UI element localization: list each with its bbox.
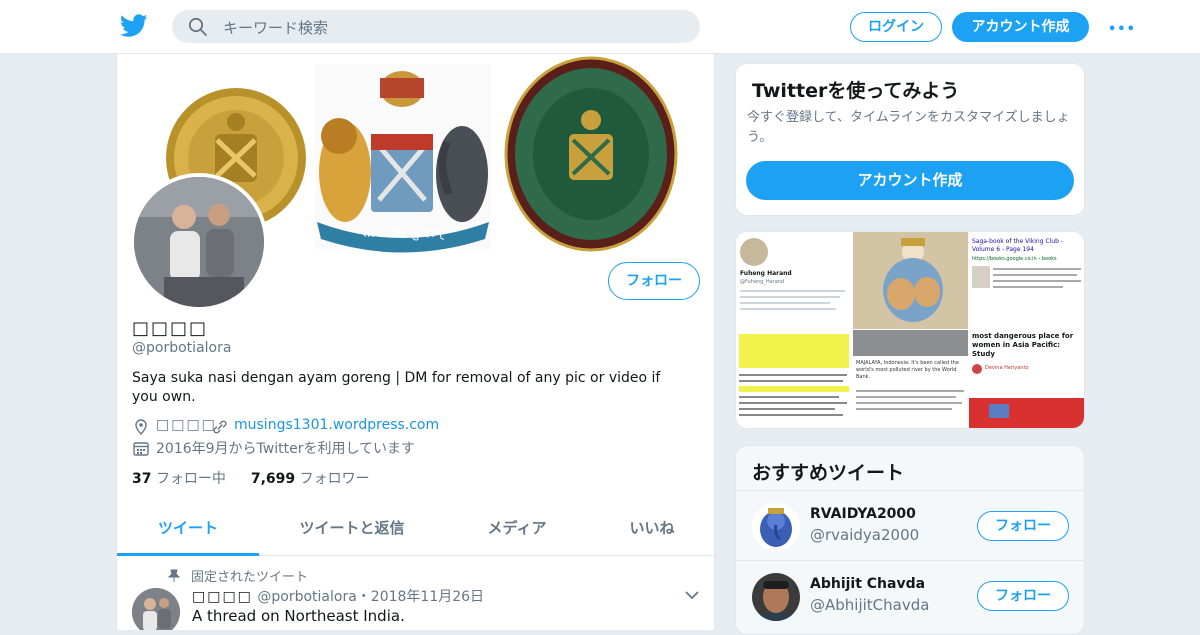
tweet-avatar-image bbox=[132, 588, 180, 630]
profile-website-link[interactable]: musings1301.wordpress.com bbox=[234, 417, 439, 433]
pin-icon bbox=[168, 569, 180, 582]
tweet-date[interactable]: ・2018年11月26日 bbox=[357, 589, 484, 605]
green-crest-image bbox=[504, 56, 678, 252]
signup-card-description: 今すぐ登録して、タイムラインをカスタマイズしましょう。 bbox=[747, 110, 1070, 145]
profile-avatar[interactable] bbox=[130, 173, 268, 311]
tweet-header: □□□□ @porbotialora・2018年11月26日 bbox=[192, 586, 484, 606]
profile-column: सत्यं शिवं सुन्दरम् フォロー □□□□ @porbotial… bbox=[116, 54, 715, 630]
tweet-author-handle[interactable]: @porbotialora bbox=[257, 589, 356, 605]
follow-button[interactable]: フォロー bbox=[608, 262, 700, 300]
recommended-handle[interactable]: @rvaidya2000 bbox=[810, 526, 919, 544]
recommended-handle[interactable]: @AbhijitChavda bbox=[810, 596, 929, 614]
signup-button[interactable]: アカウント作成 bbox=[952, 12, 1089, 42]
figurine-image bbox=[853, 232, 968, 329]
link-icon bbox=[213, 420, 227, 434]
person-avatar-image bbox=[752, 573, 800, 621]
media-tile-1-name: Fuheng Harand bbox=[740, 270, 792, 277]
profile-bio: Saya suka nasi dengan ayam goreng | DM f… bbox=[132, 370, 661, 405]
twitter-bird-icon[interactable] bbox=[120, 14, 148, 38]
login-button[interactable]: ログイン bbox=[850, 12, 942, 42]
recommended-avatar[interactable] bbox=[752, 573, 800, 621]
recommended-name[interactable]: Abhijit Chavda bbox=[810, 576, 925, 592]
tweet-author-name[interactable]: □□□□ bbox=[192, 589, 253, 605]
pinned-tweet-label: 固定されたツイート bbox=[191, 570, 309, 585]
media-tile-6[interactable]: most dangerous place for women in Asia P… bbox=[969, 330, 1084, 428]
media-tile-4[interactable] bbox=[736, 330, 852, 428]
media-tile-1[interactable]: Fuheng Harand @Fuheng_Harand bbox=[736, 232, 852, 329]
recommended-account[interactable]: RVAIDYA2000 @rvaidya2000 フォロー bbox=[736, 490, 1084, 560]
signup-card: Twitterを使ってみよう 今すぐ登録して、タイムラインをカスタマイズしましょ… bbox=[735, 63, 1085, 216]
recommended-follow-button[interactable]: フォロー bbox=[977, 581, 1069, 611]
profile-tabs: ツイート ツイートと返信 メディア いいね bbox=[117, 505, 714, 556]
more-options-icon[interactable]: ••• bbox=[1108, 22, 1136, 37]
following-count: 37 bbox=[132, 471, 152, 487]
followers-label: フォロワー bbox=[299, 471, 370, 487]
recommended-title: おすすめツイート bbox=[752, 462, 905, 484]
tab-likes[interactable]: いいね bbox=[607, 505, 697, 556]
tab-tweets-and-replies[interactable]: ツイートと返信 bbox=[277, 505, 427, 556]
ganesha-avatar-image bbox=[752, 503, 800, 551]
media-tile-3[interactable]: Saga-book of the Viking Club - Volume 6 … bbox=[969, 232, 1084, 329]
calendar-icon bbox=[133, 442, 149, 456]
profile-location: □□□□ bbox=[156, 417, 217, 433]
location-pin-icon bbox=[135, 419, 147, 435]
followers-stat[interactable]: 7,699 フォロワー bbox=[251, 471, 370, 487]
recommended-account[interactable]: Abhijit Chavda @AbhijitChavda フォロー bbox=[736, 560, 1084, 630]
search-placeholder: キーワード検索 bbox=[223, 19, 329, 37]
media-tile-6-title: most dangerous place for women in Asia P… bbox=[972, 332, 1074, 358]
media-tile-3-title: Saga-book of the Viking Club - Volume 6 … bbox=[972, 238, 1063, 253]
signup-card-button[interactable]: アカウント作成 bbox=[746, 161, 1074, 200]
recommended-accounts-card: おすすめツイート RVAIDYA2000 @rvaidya2000 フォロー A… bbox=[735, 445, 1085, 635]
following-label: フォロー中 bbox=[155, 471, 226, 487]
search-icon bbox=[188, 17, 207, 36]
profile-stats: 37 フォロー中 7,699 フォロワー bbox=[132, 468, 370, 488]
media-tile-6-source: Devina Heriyanto bbox=[985, 365, 1029, 371]
recommended-name[interactable]: RVAIDYA2000 bbox=[810, 506, 916, 522]
media-tile-2[interactable] bbox=[853, 232, 968, 329]
chevron-down-icon[interactable] bbox=[685, 590, 699, 600]
tab-media[interactable]: メディア bbox=[462, 505, 572, 556]
followers-count: 7,699 bbox=[250, 471, 296, 487]
tweet-author-avatar[interactable] bbox=[132, 588, 180, 630]
media-tile-5[interactable]: MAJALAYA, Indonesia: It's been called th… bbox=[853, 330, 968, 428]
following-stat[interactable]: 37 フォロー中 bbox=[132, 471, 226, 487]
avatar-image bbox=[134, 177, 264, 307]
recommended-follow-button[interactable]: フォロー bbox=[977, 511, 1069, 541]
profile-name: □□□□ bbox=[132, 318, 209, 339]
tab-tweets[interactable]: ツイート bbox=[117, 505, 259, 556]
search-input[interactable]: キーワード検索 bbox=[172, 10, 700, 43]
profile-joined-date: 2016年9月からTwitterを利用しています bbox=[156, 441, 416, 457]
top-navigation-bar: キーワード検索 ログイン アカウント作成 ••• bbox=[0, 0, 1200, 54]
profile-handle: @porbotialora bbox=[132, 340, 232, 356]
media-grid: Fuheng Harand @Fuheng_Harand Saga-book o… bbox=[735, 231, 1085, 429]
coat-of-arms-image: सत्यं शिवं सुन्दरम् bbox=[315, 64, 491, 253]
media-tile-1-handle: @Fuheng_Harand bbox=[740, 279, 785, 285]
media-tile-5-text: MAJALAYA, Indonesia: It's been called th… bbox=[856, 360, 959, 380]
banner-motto-text: सत्यं शिवं सुन्दरम् bbox=[362, 225, 445, 241]
media-tile-3-url: https://books.google.co.in › books bbox=[972, 256, 1057, 262]
tweet-text: A thread on Northeast India. bbox=[192, 607, 405, 625]
recommended-avatar[interactable] bbox=[752, 503, 800, 551]
signup-card-title: Twitterを使ってみよう bbox=[752, 80, 960, 102]
